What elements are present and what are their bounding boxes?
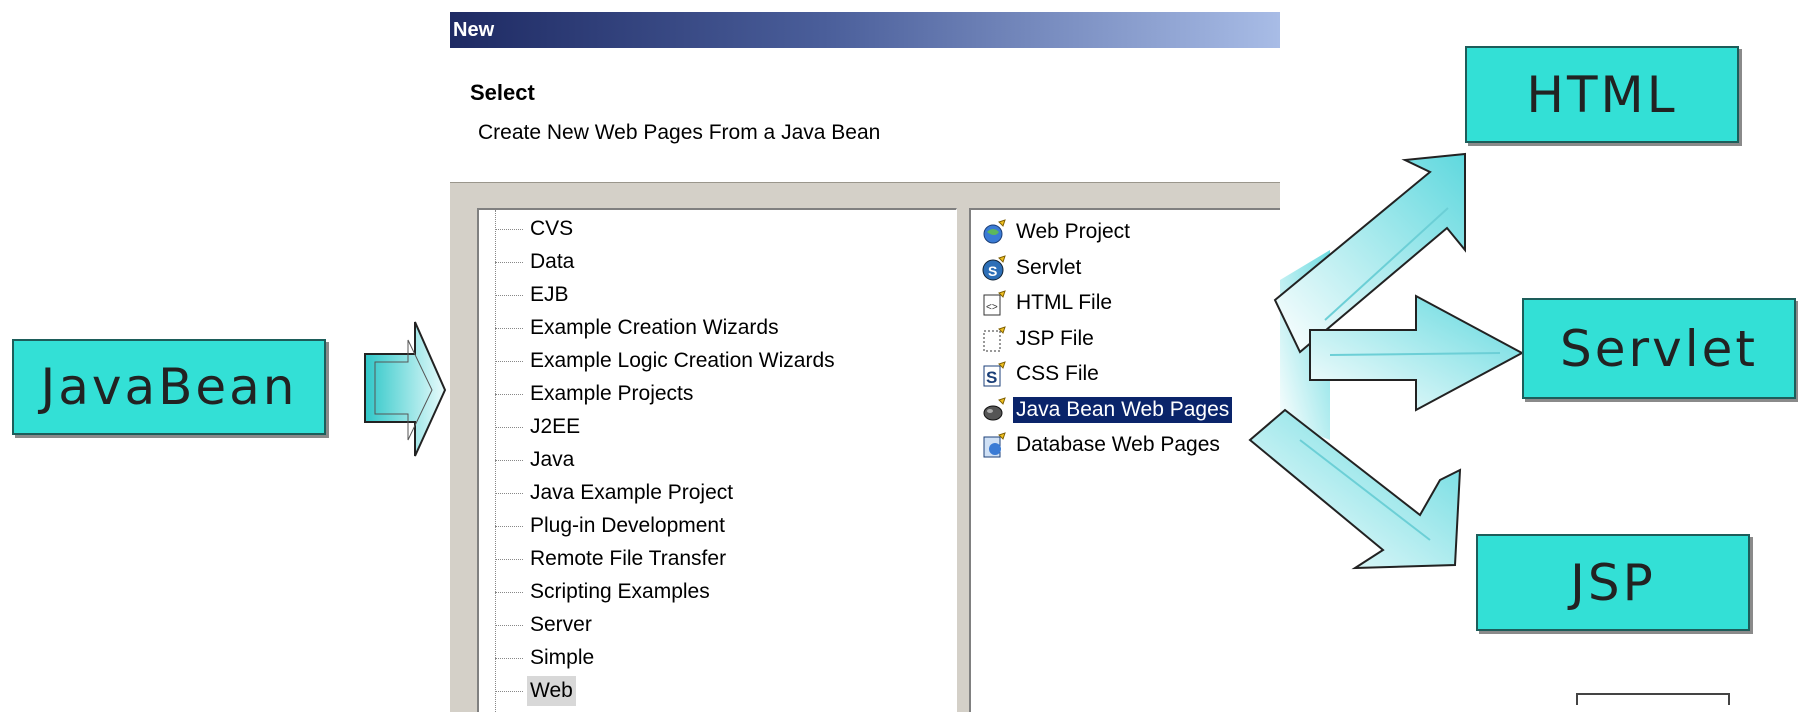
arrow-to-jsp [1248,408,1462,570]
servlet-box: Servlet [1522,298,1796,399]
html-label: HTML [1526,65,1678,124]
partial-box [1576,693,1730,705]
jsp-box: JSP [1476,534,1750,631]
html-box: HTML [1465,46,1739,143]
jsp-label: JSP [1570,553,1656,612]
servlet-label: Servlet [1560,319,1758,378]
